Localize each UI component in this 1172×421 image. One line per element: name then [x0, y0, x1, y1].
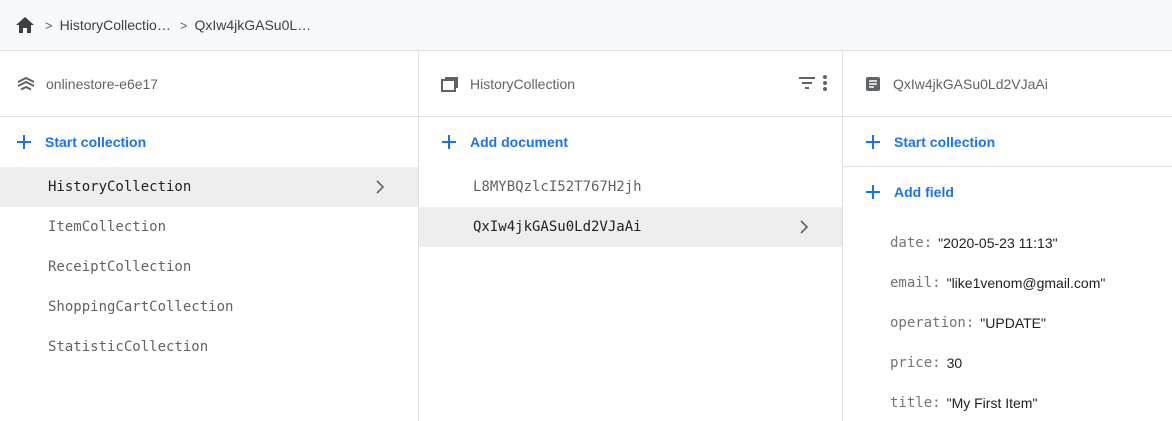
more-vert-icon[interactable]	[822, 74, 828, 95]
field-value: "like1venom@gmail.com"	[946, 275, 1106, 291]
project-title: onlinestore-e6e17	[46, 75, 159, 92]
field-operation[interactable]: operation: "UPDATE"	[843, 303, 1172, 343]
document-list: L8MYBQzlcI52T767H2jh QxIw4jkGASu0Ld2VJaA…	[419, 167, 842, 247]
collection-icon	[440, 74, 460, 94]
document-item[interactable]: L8MYBQzlcI52T767H2jh	[419, 167, 842, 207]
field-name: email	[890, 275, 933, 291]
root-panel-header: onlinestore-e6e17	[0, 51, 418, 117]
collection-item-label: StatisticCollection	[48, 339, 209, 355]
plus-icon	[865, 184, 881, 200]
field-value: 30	[946, 355, 963, 371]
collection-item-label: ItemCollection	[48, 219, 167, 235]
field-name: title	[890, 395, 933, 411]
field-email[interactable]: email: "like1venom@gmail.com"	[843, 263, 1172, 303]
breadcrumb: > HistoryCollectio… > QxIw4jkGASu0L…	[0, 0, 1172, 50]
field-colon: :	[923, 235, 933, 251]
collection-panel-header: HistoryCollection	[419, 51, 842, 117]
collection-item-label: ShoppingCartCollection	[48, 299, 234, 315]
document-item-selected[interactable]: QxIw4jkGASu0Ld2VJaAi	[419, 207, 842, 247]
field-value: "My First Item"	[946, 395, 1038, 411]
field-list: date: "2020-05-23 11:13" email: "like1ve…	[843, 217, 1172, 421]
add-document-label: Add document	[470, 134, 568, 150]
collection-item-shopping-cart[interactable]: ShoppingCartCollection	[0, 287, 418, 327]
data-viewer-columns: onlinestore-e6e17 Start collection Histo…	[0, 50, 1172, 421]
collection-item-history[interactable]: HistoryCollection	[0, 167, 418, 207]
breadcrumb-item-document[interactable]: QxIw4jkGASu0L…	[194, 17, 311, 33]
breadcrumb-separator: >	[179, 17, 188, 33]
collection-list: HistoryCollection ItemCollection Receipt…	[0, 167, 418, 367]
home-icon[interactable]	[14, 14, 36, 36]
collection-item-label: ReceiptCollection	[48, 259, 192, 275]
add-field-label: Add field	[894, 184, 954, 200]
field-colon: :	[965, 315, 975, 331]
start-collection-button[interactable]: Start collection	[0, 117, 418, 167]
start-subcollection-button[interactable]: Start collection	[843, 117, 1172, 167]
collection-tools	[798, 51, 828, 117]
collection-item-statistic[interactable]: StatisticCollection	[0, 327, 418, 367]
plus-icon	[441, 134, 457, 150]
filter-icon[interactable]	[798, 76, 816, 93]
field-name: price	[890, 355, 933, 371]
field-date[interactable]: date: "2020-05-23 11:13"	[843, 223, 1172, 263]
start-collection-label: Start collection	[45, 134, 147, 150]
collection-panel: HistoryCollection Add document L8MYBQzlc…	[419, 51, 843, 421]
plus-icon	[865, 134, 881, 150]
field-name: date	[890, 235, 924, 251]
add-field-button[interactable]: Add field	[843, 167, 1172, 217]
collection-item-item[interactable]: ItemCollection	[0, 207, 418, 247]
field-value: "2020-05-23 11:13"	[938, 235, 1058, 251]
document-item-label: QxIw4jkGASu0Ld2VJaAi	[473, 219, 642, 235]
document-item-label: L8MYBQzlcI52T767H2jh	[473, 179, 642, 195]
field-title[interactable]: title: "My First Item"	[843, 383, 1172, 421]
collection-item-receipt[interactable]: ReceiptCollection	[0, 247, 418, 287]
document-icon	[863, 74, 883, 94]
field-name: operation	[890, 315, 966, 331]
collection-item-label: HistoryCollection	[48, 179, 192, 195]
chevron-right-icon	[800, 220, 809, 234]
field-colon: :	[932, 395, 941, 411]
field-colon: :	[932, 355, 941, 371]
breadcrumb-item-collection[interactable]: HistoryCollectio…	[60, 17, 171, 33]
field-colon: :	[932, 275, 941, 291]
chevron-right-icon	[376, 180, 385, 194]
plus-icon	[16, 134, 32, 150]
document-panel-header: QxIw4jkGASu0Ld2VJaAi	[843, 51, 1172, 117]
start-subcollection-label: Start collection	[894, 133, 996, 150]
add-document-button[interactable]: Add document	[419, 117, 842, 167]
field-value: "UPDATE"	[980, 315, 1046, 331]
document-panel: QxIw4jkGASu0Ld2VJaAi Start collection Ad…	[843, 51, 1172, 421]
root-panel: onlinestore-e6e17 Start collection Histo…	[0, 51, 419, 421]
document-title: QxIw4jkGASu0Ld2VJaAi	[893, 75, 1048, 92]
collection-title: HistoryCollection	[470, 75, 576, 92]
firestore-icon	[16, 74, 36, 94]
field-price[interactable]: price: 30	[843, 343, 1172, 383]
breadcrumb-separator: >	[45, 17, 53, 33]
